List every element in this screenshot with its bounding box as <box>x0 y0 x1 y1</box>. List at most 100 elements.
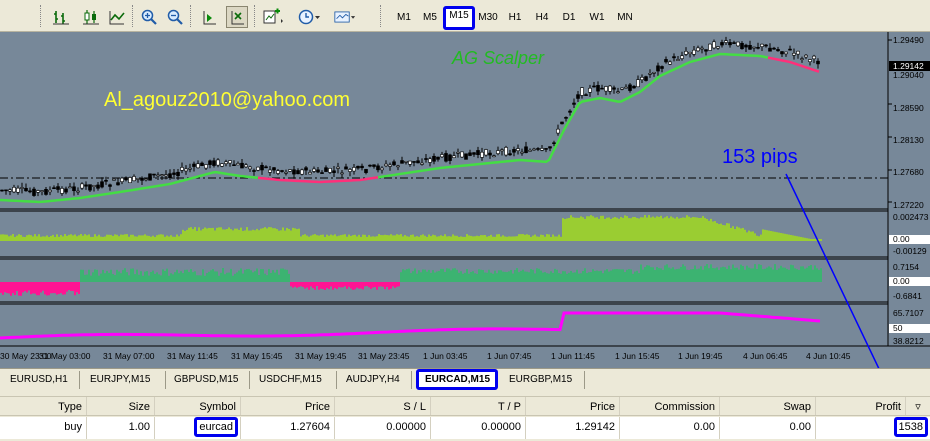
candle-body <box>768 47 772 52</box>
histogram-bar <box>512 236 514 241</box>
histogram-bar <box>698 217 700 241</box>
timeframe-h4-button[interactable]: H4 <box>530 8 554 28</box>
histogram-bar <box>326 234 328 241</box>
histogram-bar <box>222 229 224 241</box>
candle-body <box>540 148 544 151</box>
timeframe-h1-button[interactable]: H1 <box>503 8 527 28</box>
tab-gbpusd-m15[interactable]: GBPUSD,M15 <box>168 371 250 389</box>
histogram-bar <box>386 235 388 241</box>
toolbar-grip[interactable] <box>40 5 43 27</box>
histogram-bar <box>652 267 654 282</box>
histogram-bar <box>510 269 512 282</box>
histogram-bar <box>708 220 710 241</box>
histogram-bar <box>440 235 442 241</box>
column-commission[interactable]: Commission <box>620 397 720 415</box>
column-open-price[interactable]: Price <box>241 397 335 415</box>
histogram-bar <box>30 282 32 295</box>
histogram-bar <box>454 268 456 282</box>
histogram-bar <box>108 234 110 241</box>
chart-toolbar: M1 M5 M15 M30 H1 H4 D1 W1 MN <box>0 0 930 32</box>
histogram-bar <box>508 271 510 282</box>
candlestick-icon[interactable] <box>80 6 102 28</box>
histogram-bar <box>62 236 64 241</box>
histogram-bar <box>290 230 292 241</box>
zoom-out-icon[interactable] <box>164 6 186 28</box>
histogram-bar <box>690 217 692 241</box>
timeframe-m1-button[interactable]: M1 <box>392 8 416 28</box>
timeframe-m30-button[interactable]: M30 <box>476 8 500 28</box>
templates-icon[interactable] <box>334 6 356 28</box>
histogram-bar <box>592 216 594 241</box>
candle-body <box>232 164 236 166</box>
histogram-bar <box>198 275 200 282</box>
candle-body <box>756 47 760 49</box>
tab-usdchf-m15[interactable]: USDCHF,M15 <box>253 371 337 389</box>
column-size[interactable]: Size <box>87 397 155 415</box>
histogram-bar <box>566 273 568 282</box>
histogram-bar <box>44 282 46 295</box>
candle-body <box>444 153 448 162</box>
histogram-bar <box>52 282 54 294</box>
sort-icon[interactable]: ▿ <box>906 397 930 415</box>
histogram-bar <box>32 236 34 241</box>
timeframe-mn-button[interactable]: MN <box>613 8 637 28</box>
histogram-bar <box>292 282 294 288</box>
chart-shift-icon[interactable] <box>198 6 220 28</box>
histogram-bar <box>36 236 38 241</box>
histogram-bar <box>220 227 222 241</box>
histogram-bar <box>252 272 254 282</box>
line-chart-icon[interactable] <box>106 6 128 28</box>
histogram-bar <box>68 282 70 291</box>
histogram-bar <box>78 282 80 294</box>
timeframe-w1-button[interactable]: W1 <box>585 8 609 28</box>
histogram-bar <box>568 272 570 282</box>
histogram-bar <box>514 236 516 241</box>
column-swap[interactable]: Swap <box>720 397 816 415</box>
column-current-price[interactable]: Price <box>526 397 620 415</box>
histogram-bar <box>154 273 156 282</box>
time-label: 1 Jun 19:45 <box>678 351 723 361</box>
histogram-bar <box>794 268 796 282</box>
timeframe-d1-button[interactable]: D1 <box>557 8 581 28</box>
bar-chart-icon[interactable] <box>50 6 72 28</box>
histogram-bar <box>10 235 12 241</box>
timeframe-m15-button[interactable]: M15 <box>443 6 475 30</box>
tab-eurusd-h1[interactable]: EURUSD,H1 <box>4 371 80 389</box>
tab-audjpy-h4[interactable]: AUDJPY,H4 <box>340 371 412 389</box>
tab-eurgbp-m15[interactable]: EURGBP,M15 <box>503 371 585 389</box>
column-type[interactable]: Type <box>0 397 87 415</box>
histogram-bar <box>630 269 632 282</box>
price-chart[interactable]: 1.29490 1.29142 1.29040 1.28590 1.28130 … <box>0 32 930 368</box>
table-row[interactable]: buy 1.00 eurcad 1.27604 0.00000 0.00000 … <box>0 417 930 439</box>
histogram-bar <box>40 282 42 293</box>
tab-eurcad-m15[interactable]: EURCAD,M15 <box>416 369 498 390</box>
autoscroll-icon[interactable] <box>226 6 248 28</box>
timeframe-m5-button[interactable]: M5 <box>418 8 442 28</box>
column-take-profit[interactable]: T / P <box>431 397 526 415</box>
histogram-bar <box>136 236 138 241</box>
column-profit[interactable]: Profit <box>816 397 906 415</box>
column-stop-loss[interactable]: S / L <box>335 397 431 415</box>
histogram-bar <box>514 269 516 282</box>
histogram-bar <box>182 229 184 241</box>
histogram-bar <box>702 216 704 241</box>
histogram-bar <box>670 268 672 282</box>
histogram-bar <box>654 217 656 241</box>
candle-body <box>372 164 376 167</box>
indicators-icon[interactable] <box>262 6 284 28</box>
zoom-in-icon[interactable] <box>138 6 160 28</box>
periodicity-icon[interactable] <box>298 6 320 28</box>
histogram-bar <box>540 270 542 282</box>
histogram-bar <box>400 272 402 282</box>
histogram-bar <box>688 216 690 241</box>
histogram-bar <box>428 269 430 282</box>
histogram-bar <box>470 272 472 282</box>
chart-window[interactable]: 1.29490 1.29142 1.29040 1.28590 1.28130 … <box>0 32 930 368</box>
histogram-bar <box>48 236 50 241</box>
histogram-bar <box>406 236 408 241</box>
tab-eurjpy-m15[interactable]: EURJPY,M15 <box>84 371 166 389</box>
histogram-bar <box>34 234 36 241</box>
column-symbol[interactable]: Symbol <box>155 397 241 415</box>
candle-body <box>592 85 596 88</box>
histogram-bar <box>52 234 54 241</box>
